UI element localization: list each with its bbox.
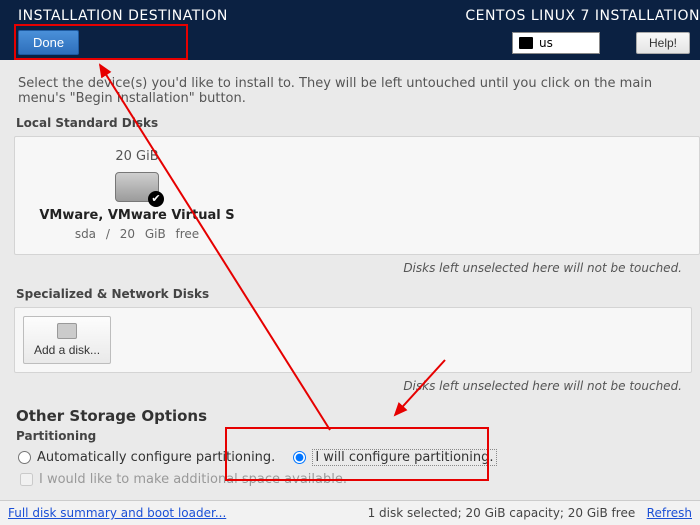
radio-manual-input[interactable] <box>293 451 306 464</box>
add-disk-icon <box>57 323 77 339</box>
refresh-link[interactable]: Refresh <box>647 506 692 520</box>
help-button[interactable]: Help! <box>636 32 690 54</box>
network-hint: Disks left unselected here will not be t… <box>14 379 682 393</box>
radio-manual-label: I will configure partitioning. <box>312 449 496 466</box>
disk-free: 20 GiB free <box>120 227 199 241</box>
intro-text: Select the device(s) you'd like to insta… <box>18 76 682 106</box>
check-icon: ✔ <box>148 191 164 207</box>
footer-status: 1 disk selected; 20 GiB capacity; 20 GiB… <box>368 506 636 520</box>
network-disks-panel: Add a disk... <box>14 307 692 373</box>
keyboard-layout: us <box>539 36 553 50</box>
radio-auto-label: Automatically configure partitioning. <box>37 450 275 465</box>
reclaim-label: I would like to make additional space av… <box>39 472 347 487</box>
footer-bar: Full disk summary and boot loader... 1 d… <box>0 500 700 525</box>
keyboard-icon <box>519 37 533 49</box>
done-button[interactable]: Done <box>18 30 79 55</box>
disk-subtext: sda / 20 GiB free <box>27 227 247 241</box>
radio-auto-partition[interactable]: Automatically configure partitioning. <box>18 450 275 465</box>
add-disk-button[interactable]: Add a disk... <box>23 316 111 364</box>
header-bar: INSTALLATION DESTINATION CENTOS LINUX 7 … <box>0 0 700 60</box>
product-title: CENTOS LINUX 7 INSTALLATION <box>465 8 700 24</box>
disk-size: 20 GiB <box>27 149 247 164</box>
reclaim-row[interactable]: I would like to make additional space av… <box>20 472 680 487</box>
body: Select the device(s) you'd like to insta… <box>0 60 700 487</box>
disk-summary-link[interactable]: Full disk summary and boot loader... <box>8 506 226 520</box>
disk-icon: ✔ <box>115 172 159 202</box>
partitioning-radios: Automatically configure partitioning. I … <box>18 449 682 466</box>
disk-name: VMware, VMware Virtual S <box>27 208 247 223</box>
radio-manual-partition[interactable]: I will configure partitioning. <box>293 449 496 466</box>
add-disk-label: Add a disk... <box>34 343 100 357</box>
other-options-heading: Other Storage Options <box>16 407 686 425</box>
page-title: INSTALLATION DESTINATION <box>18 8 228 24</box>
disk-sep: / <box>106 227 110 241</box>
reclaim-checkbox <box>20 473 33 486</box>
network-disks-label: Specialized & Network Disks <box>16 287 684 301</box>
radio-auto-input[interactable] <box>18 451 31 464</box>
disk-id: sda <box>75 227 96 241</box>
partitioning-label: Partitioning <box>16 429 684 443</box>
disk-item[interactable]: 20 GiB ✔ VMware, VMware Virtual S sda / … <box>27 149 247 241</box>
local-disks-label: Local Standard Disks <box>16 116 684 130</box>
local-disks-panel: 20 GiB ✔ VMware, VMware Virtual S sda / … <box>14 136 700 255</box>
keyboard-indicator[interactable]: us <box>512 32 600 54</box>
local-hint: Disks left unselected here will not be t… <box>14 261 682 275</box>
